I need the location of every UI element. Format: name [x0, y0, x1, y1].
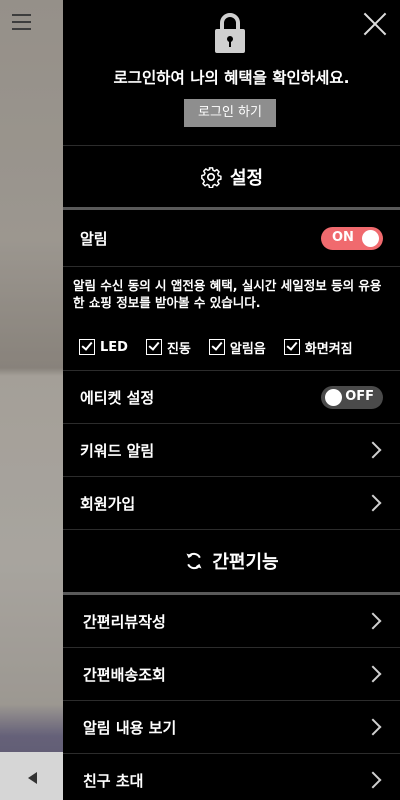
checkbox-icon	[145, 339, 162, 355]
signup-row[interactable]: 회원가입	[63, 477, 400, 530]
checkbox-icon	[283, 339, 300, 355]
chevron-right-icon	[364, 665, 382, 683]
lock-icon	[215, 13, 245, 53]
etiquette-toggle-label: OFF	[345, 388, 374, 404]
keyword-alert-row[interactable]: 키워드 알림	[63, 424, 400, 477]
etiquette-label: 에티켓 설정	[80, 388, 155, 407]
refresh-icon	[186, 552, 202, 570]
chevron-right-icon	[364, 494, 382, 512]
dim-overlay[interactable]	[0, 0, 63, 800]
checkbox-label: 화면켜짐	[304, 341, 353, 357]
checkbox-label: LED	[100, 339, 128, 355]
chevron-right-icon	[364, 771, 382, 789]
background-page	[0, 0, 63, 800]
signup-label: 회원가입	[80, 494, 136, 513]
quick-functions-header: 간편기능	[63, 530, 400, 595]
toggle-knob	[325, 388, 342, 406]
back-arrow-icon[interactable]	[28, 772, 37, 784]
notification-toggle-label: ON	[332, 229, 354, 245]
close-icon[interactable]	[363, 12, 387, 36]
chevron-right-icon	[364, 612, 382, 630]
etiquette-toggle[interactable]: OFF	[321, 385, 383, 409]
checkbox-sound[interactable]: 알림음	[208, 338, 266, 357]
checkbox-screen-on[interactable]: 화면켜짐	[283, 338, 353, 357]
settings-header: 설정	[63, 146, 400, 210]
checkbox-label: 진동	[166, 341, 191, 357]
notification-description: 알림 수신 동의 시 앱전용 혜택, 실시간 세일정보 등의 유용한 쇼핑 정보…	[73, 278, 382, 310]
quick-item-delivery[interactable]: 간편배송조회	[63, 648, 400, 701]
notification-label: 알림	[80, 229, 108, 248]
notification-toggle[interactable]: ON	[321, 226, 383, 250]
notification-row: 알림 ON	[63, 210, 400, 267]
settings-title: 설정	[229, 167, 264, 189]
gear-icon	[201, 166, 222, 188]
login-message: 로그인하여 나의 혜택을 확인하세요.	[113, 69, 350, 87]
login-button[interactable]: 로그인 하기	[184, 99, 276, 127]
chevron-right-icon	[364, 718, 382, 736]
checkbox-icon	[79, 339, 95, 355]
quick-item-label: 간편배송조회	[83, 665, 166, 684]
quick-item-label: 친구 초대	[83, 771, 144, 790]
side-drawer: 로그인하여 나의 혜택을 확인하세요. 로그인 하기 설정 알림 ON 알림 수…	[63, 0, 400, 800]
quick-functions-title: 간편기능	[212, 552, 279, 573]
notification-options: LED 진동 알림음 화면켜짐	[63, 324, 400, 371]
quick-item-label: 알림 내용 보기	[83, 718, 177, 737]
toggle-knob	[362, 229, 379, 247]
checkbox-vibration[interactable]: 진동	[145, 338, 191, 357]
login-section: 로그인하여 나의 혜택을 확인하세요. 로그인 하기	[63, 0, 400, 146]
keyword-alert-label: 키워드 알림	[80, 441, 155, 460]
etiquette-row: 에티켓 설정 OFF	[63, 371, 400, 424]
checkbox-led[interactable]: LED	[79, 339, 128, 355]
bottom-nav-bar	[0, 752, 63, 800]
quick-item-invite[interactable]: 친구 초대	[63, 754, 400, 800]
quick-item-notifications[interactable]: 알림 내용 보기	[63, 701, 400, 754]
quick-item-review[interactable]: 간편리뷰작성	[63, 595, 400, 648]
checkbox-label: 알림음	[229, 341, 266, 357]
quick-item-label: 간편리뷰작성	[83, 612, 166, 631]
chevron-right-icon	[364, 441, 382, 459]
checkbox-icon	[208, 339, 225, 355]
